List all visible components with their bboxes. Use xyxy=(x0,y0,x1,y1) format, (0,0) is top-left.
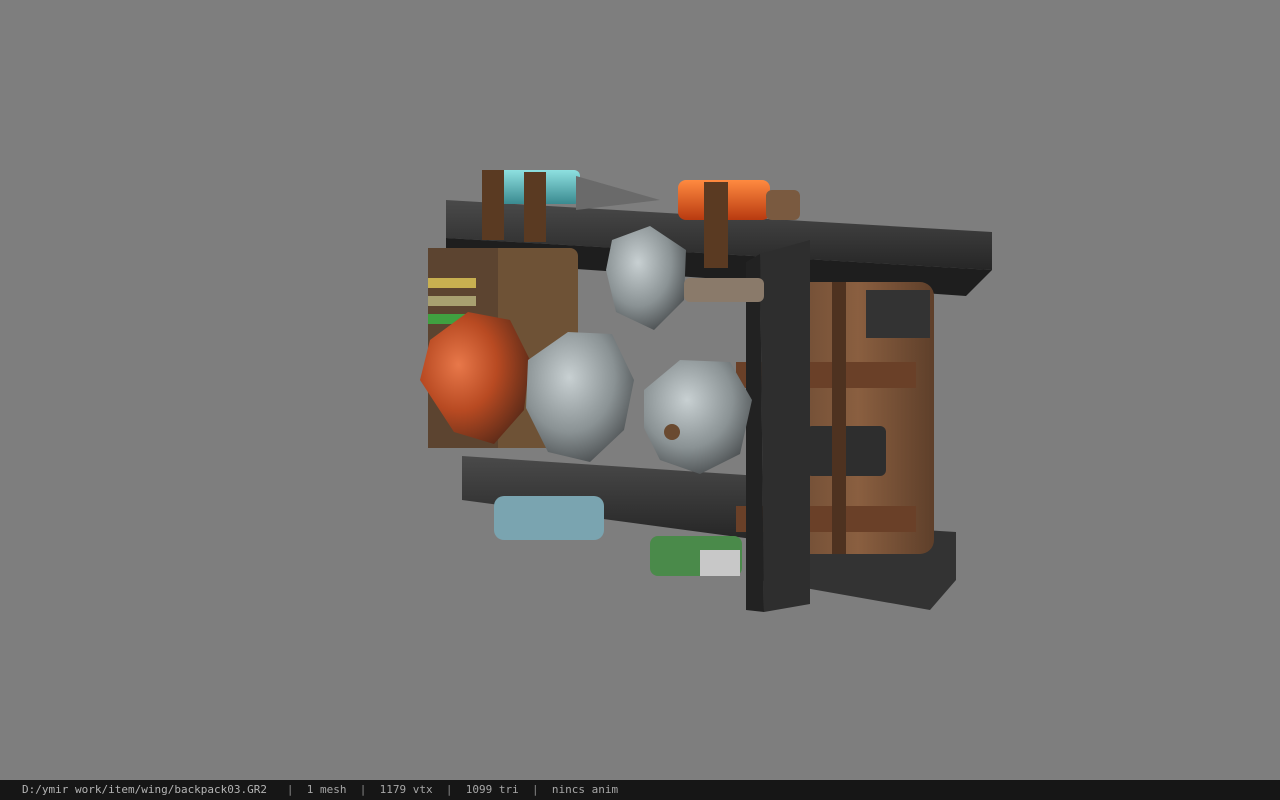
triangle-count-label: 1099 tri xyxy=(465,783,519,796)
separator: | xyxy=(445,783,453,796)
model-viewport[interactable] xyxy=(0,0,1280,780)
status-bar: D:/ymir work/item/wing/backpack03.GR2 | … xyxy=(0,780,1280,800)
mesh-count-label: 1 mesh xyxy=(306,783,347,796)
separator: | xyxy=(532,783,539,796)
vertex-count-label: 1179 vtx xyxy=(379,783,433,796)
separator: | xyxy=(286,783,294,796)
separator: | xyxy=(359,783,367,796)
file-path-label: D:/ymir work/item/wing/backpack03.GR2 xyxy=(22,783,268,796)
backpack-3d-model xyxy=(420,170,992,612)
animation-status-label: nincs anim xyxy=(551,783,619,796)
